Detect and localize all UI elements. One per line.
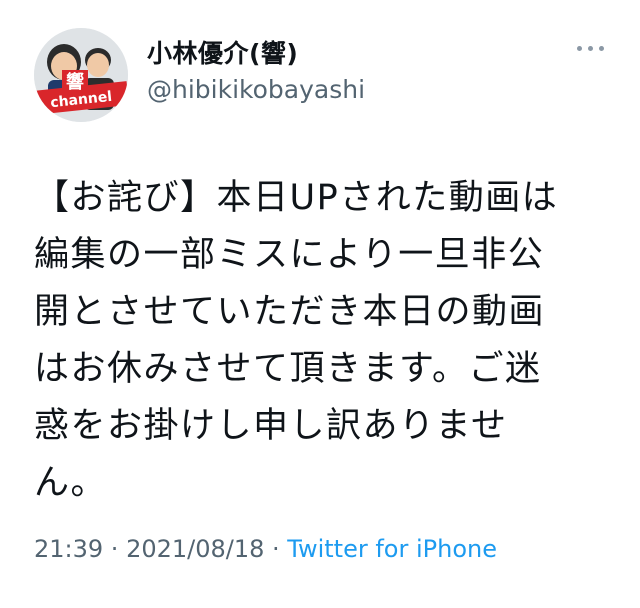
user-info: 小林優介(響) @hibikikobayashi <box>147 38 365 106</box>
meta-separator: · <box>103 535 127 563</box>
tweet-meta: 21:39 · 2021/08/18 · Twitter for iPhone <box>34 535 497 563</box>
tweet-source-link[interactable]: Twitter for iPhone <box>287 535 497 563</box>
tweet-date[interactable]: 2021/08/18 <box>126 535 264 563</box>
more-dots-icon[interactable] <box>577 46 604 51</box>
svg-text:響: 響 <box>66 71 84 93</box>
dot <box>577 46 582 51</box>
avatar[interactable]: channel 響 <box>34 28 128 122</box>
tweet-card: channel 響 小林優介(響) @hibikikobayashi 【お詫び】… <box>0 0 640 608</box>
dot <box>599 46 604 51</box>
dot <box>588 46 593 51</box>
user-handle[interactable]: @hibikikobayashi <box>147 74 365 106</box>
channel-logo-avatar-icon: channel 響 <box>34 28 128 122</box>
tweet-time[interactable]: 21:39 <box>34 535 103 563</box>
meta-separator: · <box>264 535 288 563</box>
tweet-text: 【お詫び】本日UPされた動画は 編集の一部ミスにより一旦非公 開とさせていただき… <box>34 178 559 503</box>
display-name[interactable]: 小林優介(響) <box>147 38 365 70</box>
